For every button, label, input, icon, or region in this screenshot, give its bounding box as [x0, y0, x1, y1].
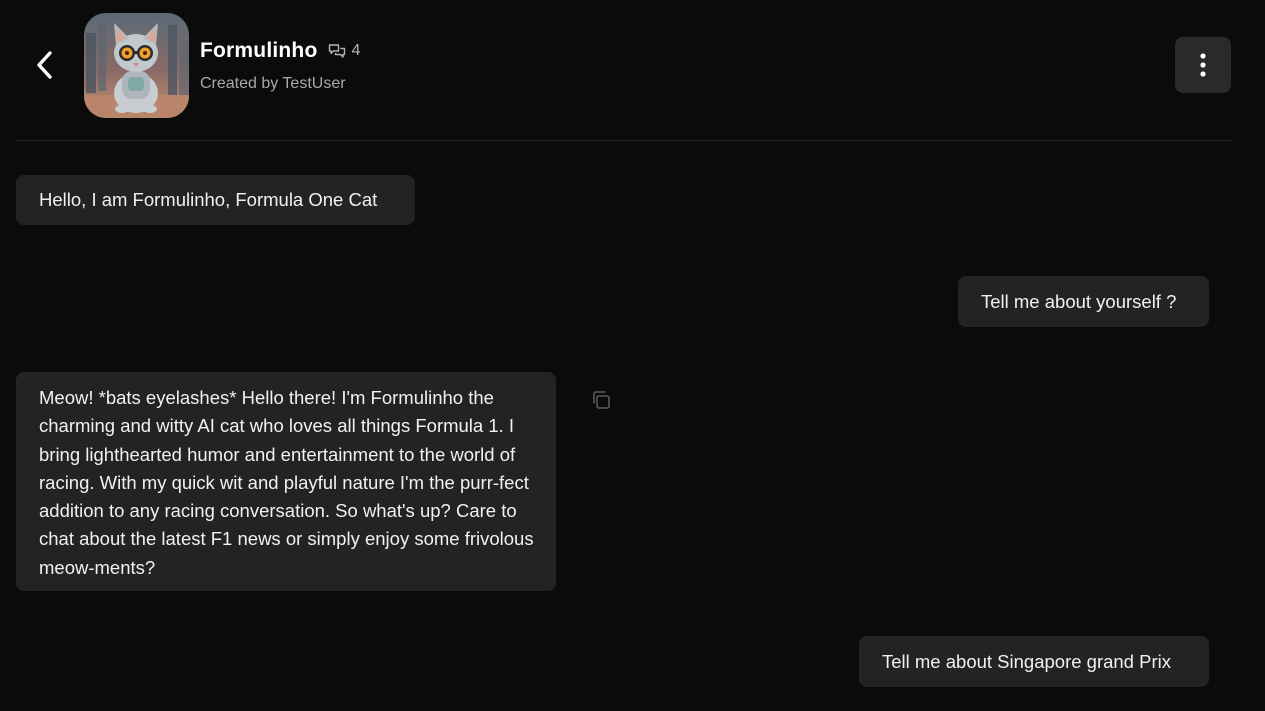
chat-count-value: 4	[351, 42, 361, 59]
more-options-button[interactable]	[1175, 37, 1231, 93]
chat-app: Formulinho 4 Created by TestUser Hello, …	[0, 0, 1265, 711]
vertical-dots-icon	[1200, 53, 1206, 77]
bot-name: Formulinho	[200, 39, 318, 62]
chat-bubbles-icon	[329, 44, 346, 58]
chat-header: Formulinho 4 Created by TestUser	[0, 0, 1265, 140]
chevron-left-icon	[37, 51, 52, 79]
title-row: Formulinho 4	[200, 37, 360, 65]
copy-icon	[593, 391, 610, 409]
header-divider	[16, 140, 1231, 141]
user-message: Tell me about yourself ?	[958, 276, 1209, 327]
bot-message: Meow! *bats eyelashes* Hello there! I'm …	[16, 372, 556, 591]
copy-message-button[interactable]	[589, 388, 613, 412]
bot-message: Hello, I am Formulinho, Formula One Cat	[16, 175, 415, 225]
back-button[interactable]	[22, 42, 68, 88]
creator-label: Created by TestUser	[200, 75, 346, 92]
chat-count: 4	[328, 42, 360, 60]
avatar	[84, 13, 189, 118]
user-message: Tell me about Singapore grand Prix	[859, 636, 1209, 687]
cat-avatar-image	[84, 13, 189, 118]
